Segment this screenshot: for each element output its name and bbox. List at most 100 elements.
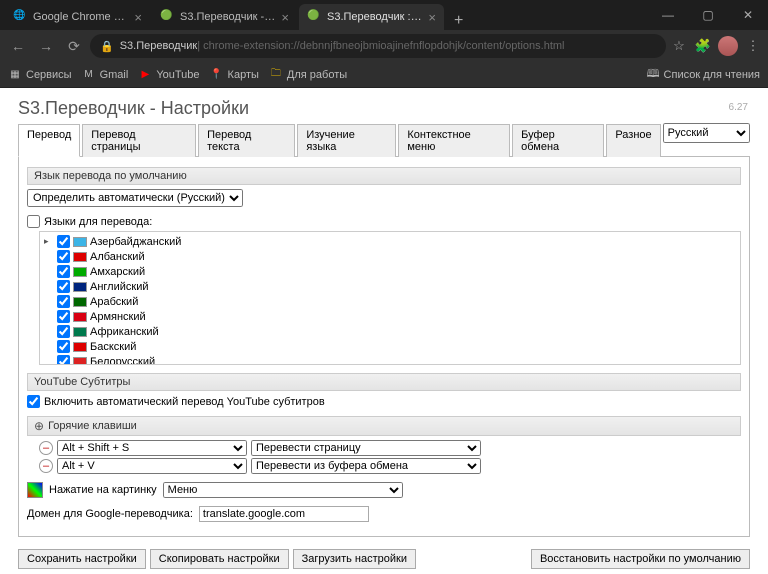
language-name: Африканский	[90, 326, 159, 338]
tab-perevod[interactable]: Перевод	[18, 124, 80, 157]
favicon-icon: 🟢	[307, 10, 321, 24]
maximize-button[interactable]: ▢	[688, 0, 728, 30]
language-name: Амхарский	[90, 266, 145, 278]
close-icon[interactable]: ×	[428, 10, 436, 25]
reset-button[interactable]: Восстановить настройки по умолчанию	[531, 549, 750, 569]
language-item[interactable]: Албанский	[42, 249, 738, 264]
language-item[interactable]: Армянский	[42, 309, 738, 324]
flag-icon	[73, 342, 87, 352]
default-lang-select[interactable]: Определить автоматически (Русский)	[27, 189, 243, 207]
close-icon[interactable]: ×	[281, 10, 289, 25]
youtube-section: YouTube Субтитры	[27, 373, 741, 391]
tab-izuchenie[interactable]: Изучение языка	[297, 124, 396, 157]
minimize-button[interactable]: —	[648, 0, 688, 30]
language-checkbox[interactable]	[57, 235, 70, 248]
hotkey-action-select-1[interactable]: Перевести из буфера обмена	[251, 458, 481, 474]
language-list[interactable]: ▸ Азербайджанский Албанский Амхарский Англий…	[39, 231, 741, 365]
hotkeys-section: Горячие клавиши	[27, 416, 741, 436]
language-name: Баскский	[90, 341, 136, 353]
extension-icon[interactable]: 🧩	[694, 37, 712, 55]
language-name: Английский	[90, 281, 149, 293]
back-button[interactable]: ←	[6, 34, 30, 58]
version-label: 6.27	[729, 102, 748, 113]
menu-icon[interactable]: ⋮	[744, 37, 762, 55]
apps-icon: ▦	[8, 68, 22, 82]
folder-icon: 🗀	[269, 68, 283, 82]
tab-misc[interactable]: Разное	[606, 124, 660, 157]
language-item[interactable]: Амхарский	[42, 264, 738, 279]
flag-icon	[73, 282, 87, 292]
language-name: Армянский	[90, 311, 146, 323]
language-checkbox[interactable]	[57, 325, 70, 338]
language-name: Албанский	[90, 251, 145, 263]
reload-button[interactable]: ⟳	[62, 34, 86, 58]
language-name: Белорусский	[90, 356, 155, 366]
language-checkbox[interactable]	[57, 265, 70, 278]
youtube-subtitles-label: Включить автоматический перевод YouTube …	[44, 396, 325, 408]
language-item[interactable]: Английский	[42, 279, 738, 294]
new-tab-button[interactable]: +	[446, 12, 471, 30]
langs-for-label: Языки для перевода:	[44, 216, 152, 228]
hotkey-key-select-0[interactable]: Alt + Shift + S	[57, 440, 247, 456]
language-checkbox[interactable]	[57, 310, 70, 323]
image-click-select[interactable]: Меню	[163, 482, 403, 498]
language-item[interactable]: Баскский	[42, 339, 738, 354]
language-checkbox[interactable]	[57, 250, 70, 263]
flag-icon	[73, 357, 87, 366]
flag-icon	[73, 297, 87, 307]
domain-label: Домен для Google-переводчика:	[27, 508, 193, 520]
hotkey-key-select-1[interactable]: Alt + V	[57, 458, 247, 474]
page-title: S3.Переводчик - Настройки	[18, 98, 750, 119]
tab-clipboard[interactable]: Буфер обмена	[512, 124, 604, 157]
lock-icon: 🔒	[100, 40, 114, 53]
apps-bookmark[interactable]: ▦Сервисы	[8, 68, 72, 82]
star-icon[interactable]: ☆	[670, 37, 688, 55]
profile-avatar[interactable]	[718, 36, 738, 56]
work-bookmark[interactable]: 🗀Для работы	[269, 68, 347, 82]
save-button[interactable]: Сохранить настройки	[18, 549, 146, 569]
close-icon[interactable]: ×	[134, 10, 142, 25]
language-name: Арабский	[90, 296, 138, 308]
gmail-icon: M	[82, 68, 96, 82]
language-item[interactable]: Африканский	[42, 324, 738, 339]
flag-icon	[73, 312, 87, 322]
browser-tab-2[interactable]: 🟢S3.Переводчик :: Настройки×	[299, 4, 444, 30]
domain-input[interactable]	[199, 506, 369, 522]
flag-icon	[73, 327, 87, 337]
maps-bookmark[interactable]: 📍Карты	[210, 68, 259, 82]
language-item[interactable]: Белорусский	[42, 354, 738, 365]
tree-arrow-icon: ▸	[44, 236, 54, 247]
tab-context-menu[interactable]: Контекстное меню	[398, 124, 510, 157]
favicon-icon: 🟢	[160, 10, 174, 24]
tab-perevod-teksta[interactable]: Перевод текста	[198, 124, 295, 157]
close-window-button[interactable]: ✕	[728, 0, 768, 30]
remove-hotkey-button[interactable]: –	[39, 459, 53, 473]
flag-icon	[73, 237, 87, 247]
language-checkbox[interactable]	[57, 295, 70, 308]
language-item[interactable]: ▸ Азербайджанский	[42, 234, 738, 249]
youtube-subtitles-checkbox[interactable]	[27, 395, 40, 408]
language-item[interactable]: Арабский	[42, 294, 738, 309]
hotkey-action-select-0[interactable]: Перевести страницу	[251, 440, 481, 456]
language-checkbox[interactable]	[57, 355, 70, 365]
image-click-label: Нажатие на картинку	[49, 484, 157, 496]
flag-icon	[73, 252, 87, 262]
browser-tab-0[interactable]: 🌐Google Chrome — загрузка акт×	[5, 4, 150, 30]
tab-perevod-stranicy[interactable]: Перевод страницы	[82, 124, 196, 157]
youtube-bookmark[interactable]: ▶YouTube	[138, 68, 199, 82]
gmail-bookmark[interactable]: MGmail	[82, 68, 129, 82]
reading-list[interactable]: 🕮Список для чтения	[647, 65, 760, 84]
language-checkbox[interactable]	[57, 340, 70, 353]
language-name: Азербайджанский	[90, 236, 181, 248]
forward-button[interactable]: →	[34, 34, 58, 58]
address-bar[interactable]: 🔒 S3.Переводчик | chrome-extension://deb…	[90, 34, 666, 58]
load-settings-button[interactable]: Загрузить настройки	[293, 549, 416, 569]
remove-hotkey-button[interactable]: –	[39, 441, 53, 455]
browser-tab-1[interactable]: 🟢S3.Переводчик - Интернет-маг×	[152, 4, 297, 30]
ui-language-select[interactable]: Русский	[663, 123, 750, 143]
language-checkbox[interactable]	[57, 280, 70, 293]
langs-for-checkbox[interactable]	[27, 215, 40, 228]
maps-icon: 📍	[210, 68, 224, 82]
browser-tabs: 🌐Google Chrome — загрузка акт× 🟢S3.Перев…	[0, 0, 648, 30]
copy-settings-button[interactable]: Скопировать настройки	[150, 549, 289, 569]
